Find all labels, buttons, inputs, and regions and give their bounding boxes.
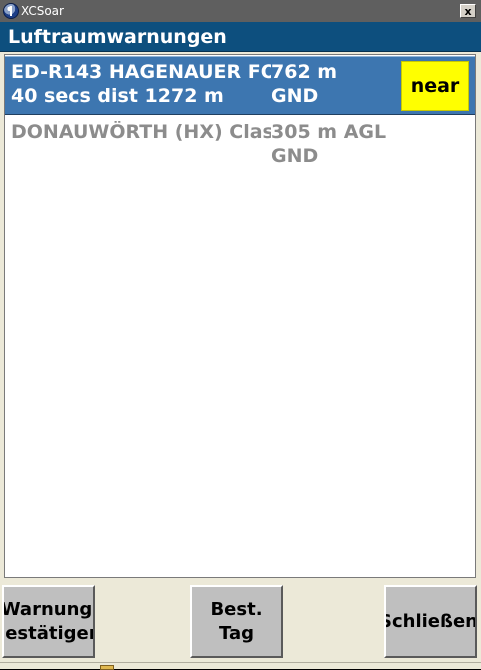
confirm-warning-label: Warnung Bestätigen bbox=[2, 598, 93, 646]
airspace-top-altitude: 762 m bbox=[271, 61, 338, 83]
confirm-day-label-line2: Tag bbox=[219, 622, 254, 644]
warning-row[interactable]: DONAUWÖRTH (HX) Class D 305 m AGL GND bbox=[5, 117, 475, 176]
close-dialog-label: Schließen bbox=[384, 610, 477, 632]
airspace-base-altitude: GND bbox=[271, 145, 319, 167]
confirm-warning-button[interactable]: Warnung Bestätigen bbox=[2, 585, 95, 658]
airspace-top-altitude: 305 m AGL bbox=[271, 121, 387, 143]
taskbar-folder-icon bbox=[100, 665, 114, 670]
airspace-base-altitude: GND bbox=[271, 85, 319, 107]
warning-row-selected[interactable]: ED-R143 HAGENAUER FORST 40 secs dist 127… bbox=[5, 56, 475, 115]
airspace-distance-info: 40 secs dist 1272 m bbox=[11, 85, 224, 107]
confirm-day-label: Best. Tag bbox=[210, 598, 262, 646]
confirm-warning-label-line2: Bestätigen bbox=[4, 622, 93, 644]
close-window-button[interactable]: x bbox=[460, 4, 476, 18]
airspace-name: DONAUWÖRTH (HX) Class D bbox=[11, 121, 271, 143]
xcsoar-app-icon bbox=[3, 3, 19, 19]
dialog-caption-bar: Luftraumwarnungen bbox=[0, 22, 481, 52]
dialog-title: Luftraumwarnungen bbox=[8, 26, 227, 48]
title-bar[interactable]: XCSoar x bbox=[0, 0, 481, 22]
airspace-name: ED-R143 HAGENAUER FORST bbox=[11, 61, 271, 83]
confirm-day-label-line1: Best. bbox=[210, 598, 263, 620]
confirm-warning-label-line1: Warnung bbox=[2, 598, 93, 620]
confirm-day-button[interactable]: Best. Tag bbox=[190, 585, 283, 658]
close-dialog-button[interactable]: Schließen bbox=[384, 585, 477, 658]
xcsoar-window: XCSoar x Luftraumwarnungen ED-R143 HAGEN… bbox=[0, 0, 481, 670]
window-title: XCSoar bbox=[21, 4, 64, 18]
near-status-badge: near bbox=[401, 61, 469, 111]
airspace-warning-list[interactable]: ED-R143 HAGENAUER FORST 40 secs dist 127… bbox=[4, 54, 476, 578]
taskbar-strip bbox=[0, 662, 481, 670]
